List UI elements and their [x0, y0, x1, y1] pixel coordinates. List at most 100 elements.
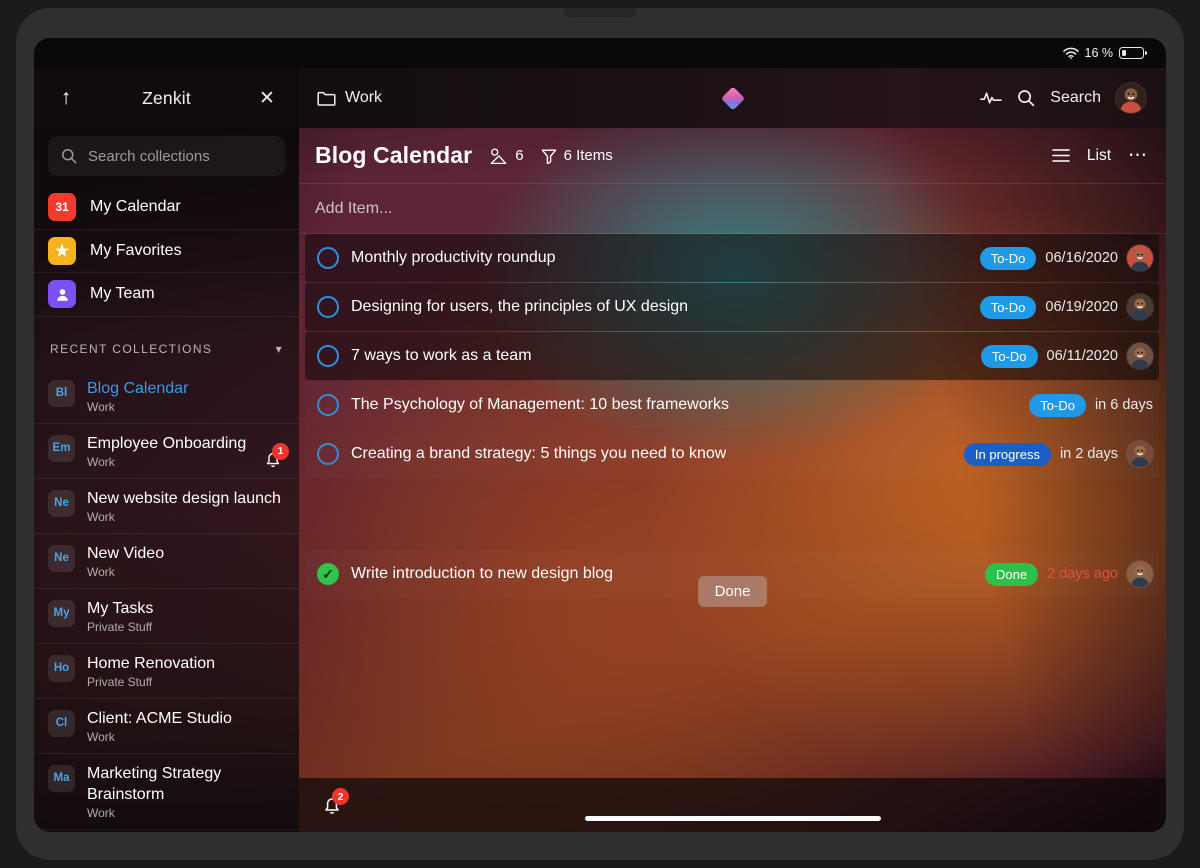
folder-icon	[317, 91, 336, 106]
collection-badge-count: 1	[272, 443, 289, 460]
checkbox-unchecked[interactable]	[317, 443, 339, 465]
add-item-input[interactable]: Add Item...	[299, 184, 1166, 234]
collection-abbr-tile: My	[48, 600, 75, 627]
collection-abbr-tile: Ne	[48, 490, 75, 517]
page-title: Blog Calendar	[315, 142, 472, 169]
sidebar-item-label: My Favorites	[90, 242, 182, 260]
table-row[interactable]: Creating a brand strategy: 5 things you …	[305, 430, 1159, 478]
item-title: The Psychology of Management: 10 best fr…	[351, 396, 729, 414]
sidebar-item-my-team[interactable]: My Team	[34, 273, 299, 317]
sidebar: Search collections 31 My Calendar ★ My F…	[34, 128, 299, 832]
status-bar: 16 %	[34, 38, 1166, 68]
item-due-date: 2 days ago	[1047, 566, 1118, 582]
sidebar-item-label: My Calendar	[90, 198, 181, 216]
collection-workspace: Work	[87, 730, 285, 744]
battery-percent-label: 16 %	[1085, 46, 1114, 60]
item-due-date: 06/16/2020	[1045, 250, 1118, 266]
main-content: Blog Calendar 6 6 Items	[299, 128, 1166, 832]
collection-workspace: Work	[87, 565, 285, 579]
search-collections-placeholder: Search collections	[88, 148, 210, 165]
collection-name: Marketing Strategy Brainstorm	[87, 765, 221, 803]
close-icon[interactable]: ✕	[253, 87, 281, 110]
checkbox-unchecked[interactable]	[317, 296, 339, 318]
sidebar-item-label: My Team	[90, 285, 155, 303]
sidebar-collection-item[interactable]: EmEmployee OnboardingWork1	[34, 424, 299, 479]
view-controls: List ⋯	[1052, 144, 1148, 167]
members-meta[interactable]: 6	[489, 147, 523, 164]
sidebar-collection-item[interactable]: HoHome RenovationPrivate Stuff	[34, 644, 299, 699]
collection-name: New website design launch	[87, 490, 281, 507]
checkbox-unchecked[interactable]	[317, 394, 339, 416]
collection-name: New Video	[87, 545, 164, 562]
sidebar-collection-item[interactable]: NeNew VideoWork	[34, 534, 299, 589]
item-due-date: 06/19/2020	[1045, 299, 1118, 315]
checkbox-unchecked[interactable]	[317, 247, 339, 269]
assignee-avatar[interactable]	[1127, 561, 1153, 587]
sidebar-collection-item[interactable]: ClClient: ACME StudioWork	[34, 699, 299, 754]
collection-abbr-tile: Ho	[48, 655, 75, 682]
item-due-date: 06/11/2020	[1047, 348, 1119, 364]
private-stuff-section-header[interactable]: PRIVATE STUFF ▾	[34, 830, 299, 833]
sidebar-collection-item[interactable]: MaMarketing Strategy BrainstormWork	[34, 754, 299, 830]
table-row[interactable]: Designing for users, the principles of U…	[305, 283, 1159, 331]
table-row[interactable]: Monthly productivity roundup To-Do 06/16/2…	[305, 234, 1159, 282]
status-badge[interactable]: To-Do	[980, 247, 1037, 270]
arrow-up-icon[interactable]: ↑	[52, 86, 80, 110]
workspace-toolbar: Work Search	[299, 68, 1166, 128]
add-item-placeholder: Add Item...	[315, 200, 392, 218]
collection-workspace: Private Stuff	[87, 675, 285, 689]
list-view-icon[interactable]	[1052, 148, 1070, 163]
top-toolbar: ↑ Zenkit ✕ Work	[34, 68, 1166, 128]
filter-icon	[541, 148, 557, 164]
workspace-label: Work	[345, 89, 382, 107]
search-icon[interactable]	[1017, 89, 1035, 107]
board-header: Blog Calendar 6 6 Items	[299, 128, 1166, 184]
sidebar-collection-item[interactable]: MyMy TasksPrivate Stuff	[34, 589, 299, 644]
bottom-bar: 2	[299, 778, 1166, 832]
assignee-avatar[interactable]	[1127, 245, 1153, 271]
collection-bell-icon[interactable]: 1	[263, 449, 283, 469]
item-title: Write introduction to new design blog	[351, 565, 613, 583]
status-badge[interactable]: To-Do	[981, 345, 1038, 368]
status-badge[interactable]: To-Do	[980, 296, 1037, 319]
zenkit-diamond-logo[interactable]	[724, 90, 741, 107]
workspace-selector[interactable]: Work	[317, 89, 382, 107]
item-title: Creating a brand strategy: 5 things you …	[351, 445, 726, 463]
search-collections-input[interactable]: Search collections	[48, 136, 285, 176]
collection-workspace: Work	[87, 455, 285, 469]
avatar[interactable]	[1116, 83, 1146, 113]
sidebar-collection-item[interactable]: BlBlog CalendarWork	[34, 369, 299, 424]
collection-abbr-tile: Bl	[48, 380, 75, 407]
filter-meta[interactable]: 6 Items	[541, 147, 613, 164]
sidebar-item-my-favorites[interactable]: ★ My Favorites	[34, 230, 299, 274]
more-options-icon[interactable]: ⋯	[1128, 144, 1148, 167]
assignee-avatar[interactable]	[1127, 441, 1153, 467]
sidebar-item-my-calendar[interactable]: 31 My Calendar	[34, 186, 299, 230]
assignee-avatar[interactable]	[1127, 343, 1153, 369]
collection-name: Employee Onboarding	[87, 435, 246, 452]
table-row[interactable]: The Psychology of Management: 10 best fr…	[305, 381, 1159, 429]
chevron-down-icon[interactable]: ▾	[276, 342, 283, 356]
table-row[interactable]: 7 ways to work as a teamTo-Do06/11/2020	[305, 332, 1159, 380]
assignee-avatar[interactable]	[1127, 294, 1153, 320]
sidebar-header: ↑ Zenkit ✕	[34, 68, 299, 128]
collection-abbr-tile: Cl	[48, 710, 75, 737]
activity-pulse-icon[interactable]	[980, 91, 1002, 105]
status-badge[interactable]: In progress	[964, 443, 1051, 466]
view-label[interactable]: List	[1087, 147, 1111, 165]
checkbox-checked[interactable]: ✓	[317, 563, 339, 585]
checkbox-unchecked[interactable]	[317, 345, 339, 367]
home-indicator[interactable]	[585, 816, 881, 821]
collection-abbr-tile: Ma	[48, 765, 75, 792]
recent-collections-section-header[interactable]: RECENT COLLECTIONS ▾	[34, 329, 299, 369]
search-label[interactable]: Search	[1050, 89, 1101, 107]
sidebar-collection-item[interactable]: NeNew website design launchWork	[34, 479, 299, 534]
floating-done-chip[interactable]: Done	[698, 576, 768, 607]
notifications-bell-icon[interactable]: 2	[321, 794, 343, 816]
item-title: Monthly productivity roundup	[351, 249, 556, 267]
status-badge[interactable]: To-Do	[1029, 394, 1086, 417]
tablet-screen: 16 % ↑ Zenkit ✕ Work	[34, 38, 1166, 832]
bell-badge-count: 2	[332, 788, 349, 805]
status-badge[interactable]: Done	[985, 563, 1038, 586]
items-list: Monthly productivity roundup To-Do 06/16/2…	[299, 234, 1166, 598]
